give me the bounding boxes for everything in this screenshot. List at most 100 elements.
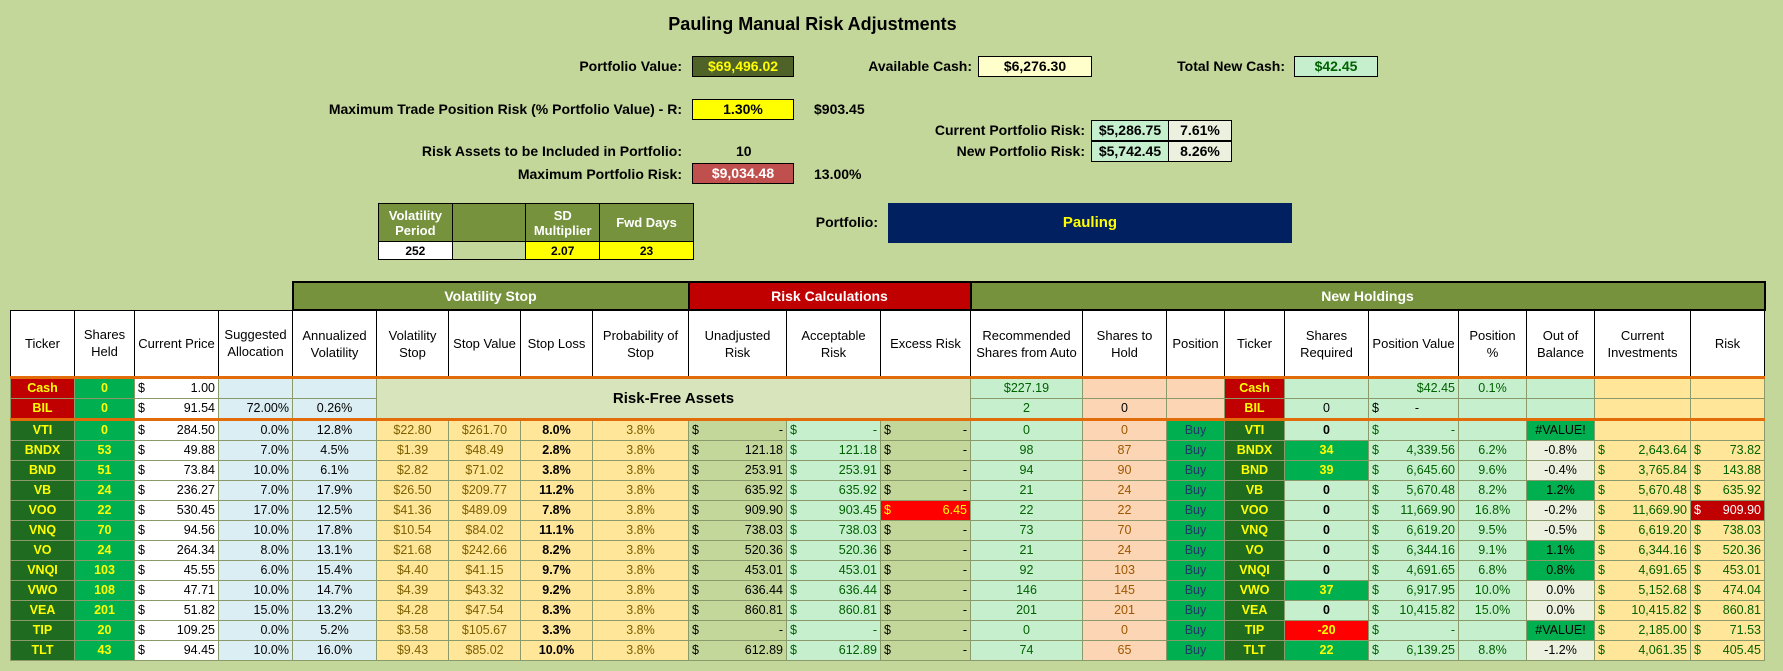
ticker-cell[interactable]: VO [10,540,75,561]
oob-cell[interactable]: 0.0% [1526,600,1595,621]
portfolio-name-cell[interactable]: Pauling [888,203,1292,243]
excess-risk-cell[interactable]: $6.45 [880,500,971,521]
shares-cell[interactable]: 103 [74,560,135,581]
pos-pct-cell[interactable]: 0.1% [1458,377,1527,399]
stop-value-cell[interactable]: $84.02 [448,520,521,541]
position-cell[interactable]: Buy [1166,500,1225,521]
oob-cell[interactable]: -0.2% [1526,500,1595,521]
pos-pct-cell[interactable]: 9.5% [1458,520,1527,541]
ticker2-cell[interactable]: VNQI [1224,560,1285,581]
ticker2-cell[interactable]: VB [1224,480,1285,501]
vstop-cell[interactable]: $4.28 [376,600,449,621]
stop-loss-cell[interactable]: 7.8% [520,500,593,521]
stop-value-cell[interactable]: $43.32 [448,580,521,601]
price-cell[interactable]: $91.54 [134,398,219,420]
pos-value-cell[interactable]: $6,619.20 [1368,520,1459,541]
ticker2-cell[interactable]: VNQ [1224,520,1285,541]
hold-cell[interactable]: 22 [1082,500,1167,521]
stop-value-cell[interactable]: $489.09 [448,500,521,521]
cur-inv-cell[interactable]: $4,061.35 [1594,640,1691,661]
pos-value-cell[interactable]: $ - [1368,398,1459,420]
vol-cell[interactable]: 12.8% [292,419,377,441]
position-cell[interactable]: Buy [1166,600,1225,621]
pos-value-cell[interactable]: $6,917.95 [1368,580,1459,601]
shares-cell[interactable]: 70 [74,520,135,541]
ticker-cell[interactable]: VNQI [10,560,75,581]
sd-multiplier-cell[interactable]: 2.07 [525,241,601,260]
rec-cell[interactable]: 201 [970,600,1083,621]
excess-risk-cell[interactable]: $ - [880,580,971,601]
accept-risk-cell[interactable]: $738.03 [786,520,881,541]
alloc-cell[interactable]: 7.0% [218,440,293,461]
excess-risk-cell[interactable]: $ - [880,520,971,541]
shares-cell[interactable]: 43 [74,640,135,661]
vol-cell[interactable]: 5.2% [292,620,377,641]
shares-cell[interactable]: 108 [74,580,135,601]
req-cell[interactable]: 0 [1284,600,1369,621]
unadj-risk-cell[interactable]: $860.81 [688,600,787,621]
stop-loss-cell[interactable]: 11.2% [520,480,593,501]
cur-inv-cell[interactable]: $5,152.68 [1594,580,1691,601]
vstop-cell[interactable]: $4.39 [376,580,449,601]
stop-loss-cell[interactable]: 11.1% [520,520,593,541]
excess-risk-cell[interactable]: $ - [880,560,971,581]
prob-stop-cell[interactable]: 3.8% [592,580,689,601]
req-cell[interactable]: 37 [1284,580,1369,601]
risk-cell[interactable]: $520.36 [1690,540,1765,561]
position-cell[interactable]: Buy [1166,520,1225,541]
cur-inv-cell[interactable]: $2,643.64 [1594,440,1691,461]
alloc-cell[interactable]: 17.0% [218,500,293,521]
hold-cell[interactable]: 0 [1082,620,1167,641]
oob-cell[interactable]: -0.5% [1526,520,1595,541]
oob-cell[interactable]: #VALUE! [1526,419,1595,441]
vol-cell[interactable]: 4.5% [292,440,377,461]
price-cell[interactable]: $49.88 [134,440,219,461]
pos-value-cell[interactable]: $4,691.65 [1368,560,1459,581]
vol-cell[interactable]: 0.26% [292,398,377,420]
rec-cell[interactable]: 21 [970,480,1083,501]
ticker-cell[interactable]: VNQ [10,520,75,541]
risk-cell[interactable]: $73.82 [1690,440,1765,461]
alloc-cell[interactable]: 6.0% [218,560,293,581]
risk-cell[interactable]: $453.01 [1690,560,1765,581]
current-risk-pct-cell[interactable]: 7.61% [1168,120,1232,141]
new-risk-pct-cell[interactable]: 8.26% [1168,141,1232,162]
req-cell[interactable]: 0 [1284,560,1369,581]
pos-pct-cell[interactable]: 16.8% [1458,500,1527,521]
ticker2-cell[interactable]: VEA [1224,600,1285,621]
excess-risk-cell[interactable]: $ - [880,460,971,481]
accept-risk-cell[interactable]: $635.92 [786,480,881,501]
ticker2-cell[interactable]: BNDX [1224,440,1285,461]
req-cell[interactable]: 0 [1284,398,1369,420]
price-cell[interactable]: $284.50 [134,419,219,441]
stop-value-cell[interactable]: $48.49 [448,440,521,461]
req-cell[interactable]: 0 [1284,500,1369,521]
cur-inv-cell[interactable]: $2,185.00 [1594,620,1691,641]
stop-loss-cell[interactable]: 2.8% [520,440,593,461]
pos-value-cell[interactable]: $ - [1368,620,1459,641]
max-portfolio-risk-amount-cell[interactable]: $9,034.48 [692,163,794,184]
vstop-cell[interactable]: $21.68 [376,540,449,561]
prob-stop-cell[interactable]: 3.8% [592,480,689,501]
vstop-cell[interactable]: $4.40 [376,560,449,581]
hold-cell[interactable]: 0 [1082,398,1167,420]
alloc-cell[interactable]: 10.0% [218,580,293,601]
cur-inv-cell[interactable]: $4,691.65 [1594,560,1691,581]
alloc-cell[interactable]: 8.0% [218,540,293,561]
rec-cell[interactable]: 0 [970,620,1083,641]
vol-cell[interactable]: 14.7% [292,580,377,601]
unadj-risk-cell[interactable]: $909.90 [688,500,787,521]
pos-pct-cell[interactable]: 9.6% [1458,460,1527,481]
oob-cell[interactable]: #VALUE! [1526,620,1595,641]
unadj-risk-cell[interactable]: $635.92 [688,480,787,501]
pos-pct-cell[interactable]: 9.1% [1458,540,1527,561]
cur-inv-cell[interactable]: $3,765.84 [1594,460,1691,481]
alloc-cell[interactable]: 7.0% [218,480,293,501]
alloc-cell[interactable]: 15.0% [218,600,293,621]
prob-stop-cell[interactable]: 3.8% [592,640,689,661]
alloc-cell[interactable]: 0.0% [218,419,293,441]
excess-risk-cell[interactable]: $ - [880,620,971,641]
hold-cell[interactable]: 0 [1082,419,1167,441]
risk-cell[interactable]: $474.04 [1690,580,1765,601]
accept-risk-cell[interactable]: $612.89 [786,640,881,661]
